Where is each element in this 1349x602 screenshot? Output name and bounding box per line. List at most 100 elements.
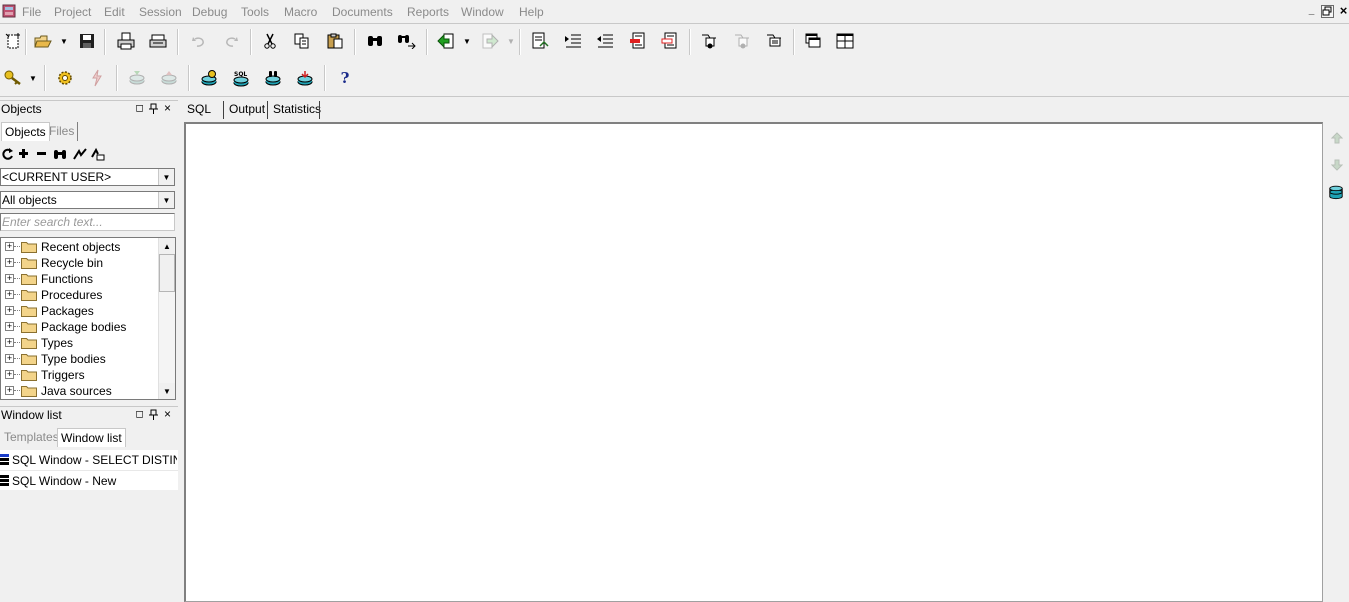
expand-icon[interactable]: + (5, 306, 14, 315)
remove-icon[interactable] (36, 148, 47, 162)
tree-item-type-bodies[interactable]: + Type bodies (1, 351, 159, 367)
pin-icon[interactable] (148, 103, 159, 114)
report-icon[interactable] (529, 30, 551, 52)
tree-item-types[interactable]: + Types (1, 335, 159, 351)
redo-icon[interactable] (220, 30, 242, 52)
menu-file[interactable]: File (22, 5, 41, 19)
pin-icon[interactable] (148, 409, 159, 420)
tree-item-functions[interactable]: + Functions (1, 271, 159, 287)
db-explain-icon[interactable] (262, 67, 284, 89)
print-preview-icon[interactable] (147, 30, 169, 52)
open-icon[interactable] (32, 30, 54, 52)
object-tree[interactable]: + Recent objects + Recycle bin + Functio… (0, 237, 176, 400)
paste-icon[interactable] (324, 30, 346, 52)
expand-icon[interactable]: + (5, 370, 14, 379)
commit-icon[interactable] (126, 67, 148, 89)
expand-icon[interactable]: + (5, 274, 14, 283)
tab-statistics[interactable]: Statistics (270, 101, 324, 120)
db-connect-icon[interactable] (198, 67, 220, 89)
undo-icon[interactable] (188, 30, 210, 52)
chevron-down-icon[interactable]: ▼ (158, 192, 174, 208)
open-dropdown-arrow[interactable]: ▼ (60, 30, 68, 52)
break-icon[interactable] (86, 67, 108, 89)
tab-sql[interactable]: SQL (184, 101, 214, 120)
log-on-dropdown-arrow[interactable]: ▼ (29, 67, 37, 89)
help-icon[interactable]: ? (334, 67, 356, 89)
chevron-down-icon[interactable]: ▼ (158, 169, 174, 185)
window-list-item[interactable]: SQL Window - SELECT DISTINCT (0, 450, 178, 470)
tree-item-recycle-bin[interactable]: + Recycle bin (1, 255, 159, 271)
tree-item-procedures[interactable]: + Procedures (1, 287, 159, 303)
unindent-icon[interactable] (594, 30, 616, 52)
back-icon[interactable] (435, 30, 457, 52)
rollback-icon[interactable] (158, 67, 180, 89)
tab-files[interactable]: Files (46, 122, 79, 141)
forward-dropdown-arrow[interactable]: ▼ (507, 30, 515, 52)
expand-icon[interactable]: + (5, 322, 14, 331)
tree-item-packages[interactable]: + Packages (1, 303, 159, 319)
windows-icon[interactable] (802, 30, 824, 52)
arrow-down-icon[interactable] (1329, 157, 1345, 173)
user-combo[interactable]: <CURRENT USER> ▼ (0, 168, 175, 186)
find-next-icon[interactable] (396, 30, 418, 52)
tab-output[interactable]: Output (226, 101, 268, 120)
filter-edit-icon[interactable] (91, 147, 105, 164)
expand-icon[interactable]: + (5, 242, 14, 251)
menu-reports[interactable]: Reports (407, 5, 449, 19)
sql-editor[interactable] (184, 122, 1323, 602)
back-dropdown-arrow[interactable]: ▼ (463, 30, 471, 52)
arrow-up-icon[interactable] (1329, 130, 1345, 146)
scrollbar-thumb[interactable] (159, 254, 175, 292)
expand-icon[interactable]: + (5, 258, 14, 267)
tree-scrollbar[interactable]: ▲ ▼ (158, 238, 175, 399)
tile-icon[interactable] (834, 30, 856, 52)
cut-icon[interactable] (259, 30, 281, 52)
tab-objects[interactable]: Objects (1, 122, 50, 141)
tab-templates[interactable]: Templates (1, 428, 62, 447)
comment-icon[interactable] (627, 30, 649, 52)
menu-macro[interactable]: Macro (284, 5, 317, 19)
copy-icon[interactable] (291, 30, 313, 52)
expand-icon[interactable]: + (5, 386, 14, 395)
new-icon[interactable] (2, 30, 24, 52)
menu-debug[interactable]: Debug (192, 5, 227, 19)
expand-icon[interactable]: + (5, 338, 14, 347)
menu-help[interactable]: Help (519, 5, 544, 19)
float-icon[interactable]: ◻ (134, 103, 145, 114)
save-icon[interactable] (76, 30, 98, 52)
forward-icon[interactable] (479, 30, 501, 52)
tool2-icon[interactable] (731, 30, 753, 52)
menu-project[interactable]: Project (54, 5, 91, 19)
window-list-item[interactable]: SQL Window - New (0, 470, 178, 490)
tree-item-triggers[interactable]: + Triggers (1, 367, 159, 383)
menu-edit[interactable]: Edit (104, 5, 125, 19)
binoculars-icon[interactable] (53, 148, 67, 163)
mdi-minimize-button[interactable]: _ (1305, 5, 1318, 18)
scroll-down-icon[interactable]: ▼ (159, 383, 175, 399)
object-search-field[interactable] (0, 213, 175, 231)
menu-tools[interactable]: Tools (241, 5, 269, 19)
execute-icon[interactable] (54, 67, 76, 89)
float-icon[interactable]: ◻ (134, 409, 145, 420)
tree-item-package-bodies[interactable]: + Package bodies (1, 319, 159, 335)
print-icon[interactable] (115, 30, 137, 52)
tab-window-list[interactable]: Window list (57, 428, 126, 447)
sql-icon[interactable]: SQL (230, 67, 252, 89)
app-icon[interactable] (2, 4, 16, 18)
object-search-input[interactable] (1, 214, 174, 230)
database-icon[interactable] (1328, 184, 1344, 200)
mdi-close-button[interactable]: × (1337, 4, 1349, 18)
uncomment-icon[interactable] (659, 30, 681, 52)
filter-icon[interactable] (73, 147, 87, 164)
mdi-restore-button[interactable] (1321, 5, 1334, 18)
close-icon[interactable]: × (162, 408, 173, 420)
menu-documents[interactable]: Documents (332, 5, 393, 19)
tool3-icon[interactable] (763, 30, 785, 52)
add-icon[interactable] (18, 148, 29, 162)
log-on-icon[interactable] (2, 67, 24, 89)
tree-item-java-sources[interactable]: + Java sources (1, 383, 159, 399)
close-icon[interactable]: × (162, 102, 173, 114)
find-icon[interactable] (364, 30, 386, 52)
scroll-up-icon[interactable]: ▲ (159, 238, 175, 254)
indent-icon[interactable] (562, 30, 584, 52)
